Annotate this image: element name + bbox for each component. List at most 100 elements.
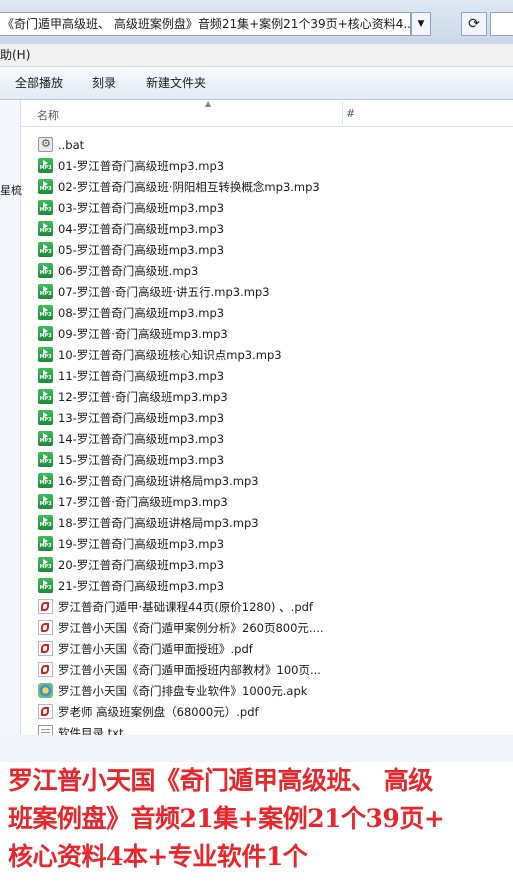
mp3-file-icon: MP3: [38, 284, 53, 299]
mp3-file-icon: MP3: [38, 326, 53, 341]
file-name: 18-罗江普奇门高级班讲格局mp3.mp3: [58, 515, 259, 530]
file-row[interactable]: MP3 20-罗江普奇门高级班mp3.mp3: [38, 554, 224, 575]
pdf-file-icon: [38, 662, 53, 677]
file-row[interactable]: MP3 15-罗江普奇门高级班mp3.mp3: [38, 449, 224, 470]
nav-item-truncated[interactable]: 星梳: [0, 182, 22, 198]
file-row[interactable]: MP3 11-罗江普奇门高级班mp3.mp3: [38, 365, 224, 386]
file-name: 15-罗江普奇门高级班mp3.mp3: [58, 452, 225, 467]
file-row[interactable]: 罗江普奇门遁甲·基础课程44页(原价1280) 、.pdf: [38, 596, 313, 617]
file-name: 05-罗江普奇门高级班mp3.mp3: [58, 242, 225, 257]
mp3-file-icon: MP3: [38, 473, 53, 488]
file-name: 10-罗江普奇门高级班核心知识点mp3.mp3: [58, 347, 282, 362]
caption-line-2: 班案例盘》音频21集+案例21个39页+: [8, 804, 445, 833]
apk-file-icon: [38, 683, 53, 698]
file-row[interactable]: 罗江普小天国《奇门排盘专业软件》1000元.apk: [38, 680, 307, 701]
mp3-file-icon: MP3: [38, 263, 53, 278]
file-row[interactable]: ..bat: [38, 134, 84, 155]
file-row[interactable]: MP3 14-罗江普奇门高级班mp3.mp3: [38, 428, 224, 449]
file-row[interactable]: MP3 17-罗江普·奇门高级班mp3.mp3: [38, 491, 228, 512]
mp3-file-icon: MP3: [38, 515, 53, 530]
file-row[interactable]: MP3 01-罗江普奇门高级班mp3.mp3: [38, 155, 224, 176]
file-name: ..bat: [58, 137, 85, 152]
file-row[interactable]: MP3 13-罗江普奇门高级班mp3.mp3: [38, 407, 224, 428]
status-bar: [0, 735, 513, 762]
menu-help[interactable]: 助(H): [0, 48, 30, 62]
address-bar-area: 《奇门遁甲高级班、 高级班案例盘》音频21集+案例21个39页+核心资料4...…: [0, 0, 513, 45]
file-row[interactable]: MP3 08-罗江普奇门高级班mp3.mp3: [38, 302, 224, 323]
mp3-file-icon: MP3: [38, 221, 53, 236]
address-path[interactable]: 《奇门遁甲高级班、 高级班案例盘》音频21集+案例21个39页+核心资料4...: [0, 12, 411, 36]
search-icon[interactable]: [490, 12, 513, 36]
mp3-file-icon: MP3: [38, 452, 53, 467]
mp3-file-icon: MP3: [38, 410, 53, 425]
file-row[interactable]: MP3 04-罗江普奇门高级班mp3.mp3: [38, 218, 224, 239]
file-row[interactable]: MP3 21-罗江普奇门高级班mp3.mp3: [38, 575, 224, 596]
mp3-file-icon: MP3: [38, 536, 53, 551]
file-row[interactable]: MP3 10-罗江普奇门高级班核心知识点mp3.mp3: [38, 344, 282, 365]
file-row[interactable]: MP3 02-罗江普奇门高级班·阴阳相互转换概念mp3.mp3: [38, 176, 320, 197]
mp3-file-icon: MP3: [38, 158, 53, 173]
navigation-pane: 星梳: [0, 100, 22, 762]
file-name: 11-罗江普奇门高级班mp3.mp3: [58, 368, 225, 383]
file-name: 罗江普小天国《奇门遁甲案例分析》260页800元....: [58, 620, 324, 635]
pdf-file-icon: [38, 620, 53, 635]
mp3-file-icon: MP3: [38, 242, 53, 257]
file-name: 罗江普奇门遁甲·基础课程44页(原价1280) 、.pdf: [58, 599, 313, 614]
mp3-file-icon: MP3: [38, 368, 53, 383]
file-name: 21-罗江普奇门高级班mp3.mp3: [58, 578, 225, 593]
chevron-down-icon[interactable]: ▼: [411, 12, 431, 36]
column-name[interactable]: 名称: [37, 107, 59, 123]
file-name: 16-罗江普奇门高级班讲格局mp3.mp3: [58, 473, 259, 488]
file-row[interactable]: 罗江普小天国《奇门遁甲案例分析》260页800元....: [38, 617, 324, 638]
file-name: 14-罗江普奇门高级班mp3.mp3: [58, 431, 225, 446]
file-row[interactable]: MP3 19-罗江普奇门高级班mp3.mp3: [38, 533, 224, 554]
column-number[interactable]: #: [346, 107, 355, 120]
mp3-file-icon: MP3: [38, 200, 53, 215]
file-name: 01-罗江普奇门高级班mp3.mp3: [58, 158, 225, 173]
file-row[interactable]: 罗江普小天国《奇门遁甲面授班》.pdf: [38, 638, 253, 659]
file-name: 罗江普小天国《奇门排盘专业软件》1000元.apk: [58, 683, 308, 698]
mp3-file-icon: MP3: [38, 557, 53, 572]
file-name: 罗江普小天国《奇门遁甲面授班》.pdf: [58, 641, 253, 656]
file-name: 17-罗江普·奇门高级班mp3.mp3: [58, 494, 228, 509]
column-divider[interactable]: [342, 102, 343, 124]
file-row[interactable]: MP3 05-罗江普奇门高级班mp3.mp3: [38, 239, 224, 260]
file-name: 12-罗江普·奇门高级班mp3.mp3: [58, 389, 228, 404]
file-name: 02-罗江普奇门高级班·阴阳相互转换概念mp3.mp3: [58, 179, 320, 194]
pdf-file-icon: [38, 704, 53, 719]
caption-overlay: 罗江普小天国《奇门遁甲高级班、 高级 班案例盘》音频21集+案例21个39页+ …: [8, 762, 513, 876]
file-row[interactable]: MP3 16-罗江普奇门高级班讲格局mp3.mp3: [38, 470, 259, 491]
file-row[interactable]: MP3 09-罗江普·奇门高级班mp3.mp3: [38, 323, 228, 344]
mp3-file-icon: MP3: [38, 494, 53, 509]
caption-line-1: 罗江普小天国《奇门遁甲高级班、 高级: [8, 766, 433, 795]
file-name: 罗江普小天国《奇门遁甲面授班内部教材》100页...: [58, 662, 321, 677]
file-row[interactable]: MP3 03-罗江普奇门高级班mp3.mp3: [38, 197, 224, 218]
file-name: 08-罗江普奇门高级班mp3.mp3: [58, 305, 225, 320]
file-name: 13-罗江普奇门高级班mp3.mp3: [58, 410, 225, 425]
file-row[interactable]: MP3 07-罗江普·奇门高级班·讲五行.mp3.mp3: [38, 281, 270, 302]
refresh-icon[interactable]: ⟳: [461, 12, 487, 36]
bat-file-icon: [38, 137, 53, 152]
sort-ascending-icon: ▲: [205, 99, 212, 108]
pdf-file-icon: [38, 599, 53, 614]
toolbar: 全部播放 刻录 新建文件夹: [0, 67, 513, 100]
file-name: 09-罗江普·奇门高级班mp3.mp3: [58, 326, 228, 341]
file-row[interactable]: MP3 12-罗江普·奇门高级班mp3.mp3: [38, 386, 228, 407]
mp3-file-icon: MP3: [38, 431, 53, 446]
burn-button[interactable]: 刻录: [92, 75, 116, 91]
mp3-file-icon: MP3: [38, 347, 53, 362]
mp3-file-icon: MP3: [38, 305, 53, 320]
new-folder-button[interactable]: 新建文件夹: [146, 75, 206, 91]
file-name: 06-罗江普奇门高级班.mp3: [58, 263, 199, 278]
play-all-button[interactable]: 全部播放: [15, 75, 63, 91]
file-row[interactable]: 罗江普小天国《奇门遁甲面授班内部教材》100页...: [38, 659, 321, 680]
column-header: ▲ 名称 #: [21, 99, 513, 127]
file-row[interactable]: 罗老师 高级班案例盘（68000元）.pdf: [38, 701, 259, 722]
file-row[interactable]: MP3 06-罗江普奇门高级班.mp3: [38, 260, 198, 281]
pdf-file-icon: [38, 641, 53, 656]
mp3-file-icon: MP3: [38, 578, 53, 593]
menu-bar: 助(H): [0, 44, 513, 67]
file-row[interactable]: MP3 18-罗江普奇门高级班讲格局mp3.mp3: [38, 512, 259, 533]
caption-line-3: 核心资料4本+专业软件1个: [8, 842, 308, 871]
file-name: 04-罗江普奇门高级班mp3.mp3: [58, 221, 225, 236]
